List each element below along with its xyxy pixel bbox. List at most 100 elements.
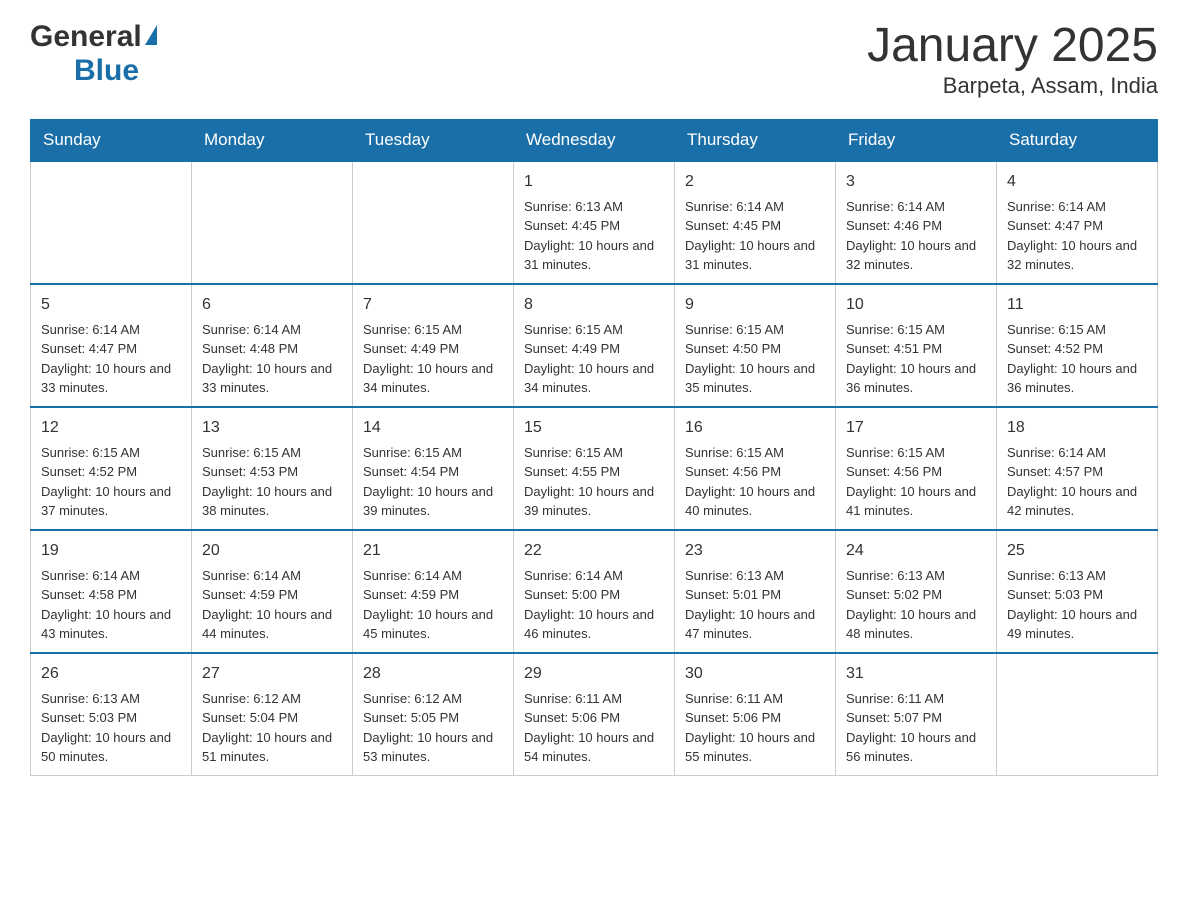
calendar-week-row: 1Sunrise: 6:13 AMSunset: 4:45 PMDaylight… — [31, 161, 1158, 284]
day-number: 5 — [41, 293, 181, 317]
day-number: 16 — [685, 416, 825, 440]
day-number: 29 — [524, 662, 664, 686]
day-number: 23 — [685, 539, 825, 563]
logo-blue-text: Blue — [74, 54, 139, 87]
day-info: Sunrise: 6:15 AMSunset: 4:56 PMDaylight:… — [846, 443, 986, 521]
day-info: Sunrise: 6:15 AMSunset: 4:52 PMDaylight:… — [1007, 320, 1147, 398]
calendar-cell: 8 Sunrise: 6:15 AMSunset: 4:49 PMDaylight… — [514, 284, 675, 407]
calendar-cell: 2Sunrise: 6:14 AMSunset: 4:45 PMDaylight… — [675, 161, 836, 284]
day-number: 10 — [846, 293, 986, 317]
calendar-cell — [192, 161, 353, 284]
calendar-header-wednesday: Wednesday — [514, 119, 675, 161]
calendar-header-row: SundayMondayTuesdayWednesdayThursdayFrid… — [31, 119, 1158, 161]
day-info: Sunrise: 6:14 AMSunset: 4:57 PMDaylight:… — [1007, 443, 1147, 521]
day-number: 7 — [363, 293, 503, 317]
calendar-cell: 7 Sunrise: 6:15 AMSunset: 4:49 PMDaylight… — [353, 284, 514, 407]
day-number: 11 — [1007, 293, 1147, 317]
calendar-cell: 11 Sunrise: 6:15 AMSunset: 4:52 PMDayligh… — [997, 284, 1158, 407]
day-info: Sunrise: 6:15 AMSunset: 4:54 PMDaylight:… — [363, 443, 503, 521]
day-number: 1 — [524, 170, 664, 194]
day-info: Sunrise: 6:12 AMSunset: 5:05 PMDaylight:… — [363, 689, 503, 767]
calendar-week-row: 5 Sunrise: 6:14 AMSunset: 4:47 PMDaylight… — [31, 284, 1158, 407]
calendar-cell: 4 Sunrise: 6:14 AMSunset: 4:47 PMDaylight… — [997, 161, 1158, 284]
day-number: 22 — [524, 539, 664, 563]
day-info: Sunrise: 6:13 AMSunset: 5:03 PMDaylight:… — [41, 689, 181, 767]
calendar-cell: 16 Sunrise: 6:15 AMSunset: 4:56 PMDayligh… — [675, 407, 836, 530]
calendar-cell — [31, 161, 192, 284]
calendar-cell: 22 Sunrise: 6:14 AMSunset: 5:00 PMDayligh… — [514, 530, 675, 653]
day-info: Sunrise: 6:13 AMSunset: 5:01 PMDaylight:… — [685, 566, 825, 644]
calendar-cell: 29 Sunrise: 6:11 AMSunset: 5:06 PMDayligh… — [514, 653, 675, 776]
day-info: Sunrise: 6:15 AMSunset: 4:55 PMDaylight:… — [524, 443, 664, 521]
calendar-cell: 20 Sunrise: 6:14 AMSunset: 4:59 PMDayligh… — [192, 530, 353, 653]
calendar-header-tuesday: Tuesday — [353, 119, 514, 161]
calendar-header-saturday: Saturday — [997, 119, 1158, 161]
day-info: Sunrise: 6:14 AMSunset: 4:59 PMDaylight:… — [363, 566, 503, 644]
day-number: 13 — [202, 416, 342, 440]
calendar-week-row: 26Sunrise: 6:13 AMSunset: 5:03 PMDayligh… — [31, 653, 1158, 776]
day-number: 9 — [685, 293, 825, 317]
day-number: 20 — [202, 539, 342, 563]
calendar-cell: 5 Sunrise: 6:14 AMSunset: 4:47 PMDaylight… — [31, 284, 192, 407]
calendar-cell: 30Sunrise: 6:11 AMSunset: 5:06 PMDayligh… — [675, 653, 836, 776]
calendar-cell: 13 Sunrise: 6:15 AMSunset: 4:53 PMDayligh… — [192, 407, 353, 530]
calendar-cell: 19Sunrise: 6:14 AMSunset: 4:58 PMDayligh… — [31, 530, 192, 653]
day-number: 21 — [363, 539, 503, 563]
calendar-table: SundayMondayTuesdayWednesdayThursdayFrid… — [30, 119, 1158, 776]
day-number: 31 — [846, 662, 986, 686]
day-info: Sunrise: 6:15 AMSunset: 4:52 PMDaylight:… — [41, 443, 181, 521]
calendar-cell: 12 Sunrise: 6:15 AMSunset: 4:52 PMDayligh… — [31, 407, 192, 530]
day-info: Sunrise: 6:14 AMSunset: 4:59 PMDaylight:… — [202, 566, 342, 644]
calendar-header-thursday: Thursday — [675, 119, 836, 161]
day-info: Sunrise: 6:13 AMSunset: 5:03 PMDaylight:… — [1007, 566, 1147, 644]
day-info: Sunrise: 6:14 AMSunset: 4:48 PMDaylight:… — [202, 320, 342, 398]
logo-general-text: General — [30, 20, 142, 54]
day-number: 19 — [41, 539, 181, 563]
day-number: 8 — [524, 293, 664, 317]
day-number: 18 — [1007, 416, 1147, 440]
day-number: 6 — [202, 293, 342, 317]
logo-arrow-icon — [145, 25, 157, 45]
calendar-week-row: 12 Sunrise: 6:15 AMSunset: 4:52 PMDayligh… — [31, 407, 1158, 530]
page-header: General Blue January 2025 Barpeta, Assam… — [30, 20, 1158, 99]
day-info: Sunrise: 6:14 AMSunset: 4:47 PMDaylight:… — [1007, 197, 1147, 275]
calendar-cell: 14Sunrise: 6:15 AMSunset: 4:54 PMDayligh… — [353, 407, 514, 530]
calendar-cell — [353, 161, 514, 284]
day-info: Sunrise: 6:15 AMSunset: 4:49 PMDaylight:… — [524, 320, 664, 398]
calendar-cell: 3Sunrise: 6:14 AMSunset: 4:46 PMDaylight… — [836, 161, 997, 284]
calendar-cell: 24 Sunrise: 6:13 AMSunset: 5:02 PMDayligh… — [836, 530, 997, 653]
calendar-cell: 26Sunrise: 6:13 AMSunset: 5:03 PMDayligh… — [31, 653, 192, 776]
calendar-header-monday: Monday — [192, 119, 353, 161]
day-info: Sunrise: 6:14 AMSunset: 4:45 PMDaylight:… — [685, 197, 825, 275]
calendar-header-friday: Friday — [836, 119, 997, 161]
day-info: Sunrise: 6:11 AMSunset: 5:06 PMDaylight:… — [524, 689, 664, 767]
day-number: 17 — [846, 416, 986, 440]
day-number: 4 — [1007, 170, 1147, 194]
location-text: Barpeta, Assam, India — [867, 73, 1158, 99]
calendar-cell: 23 Sunrise: 6:13 AMSunset: 5:01 PMDayligh… — [675, 530, 836, 653]
calendar-cell: 18 Sunrise: 6:14 AMSunset: 4:57 PMDayligh… — [997, 407, 1158, 530]
calendar-cell: 1Sunrise: 6:13 AMSunset: 4:45 PMDaylight… — [514, 161, 675, 284]
day-info: Sunrise: 6:15 AMSunset: 4:56 PMDaylight:… — [685, 443, 825, 521]
day-info: Sunrise: 6:13 AMSunset: 5:02 PMDaylight:… — [846, 566, 986, 644]
day-number: 24 — [846, 539, 986, 563]
calendar-week-row: 19Sunrise: 6:14 AMSunset: 4:58 PMDayligh… — [31, 530, 1158, 653]
calendar-cell: 31 Sunrise: 6:11 AMSunset: 5:07 PMDayligh… — [836, 653, 997, 776]
day-number: 12 — [41, 416, 181, 440]
calendar-cell — [997, 653, 1158, 776]
day-info: Sunrise: 6:15 AMSunset: 4:49 PMDaylight:… — [363, 320, 503, 398]
calendar-cell: 9 Sunrise: 6:15 AMSunset: 4:50 PMDaylight… — [675, 284, 836, 407]
calendar-cell: 21 Sunrise: 6:14 AMSunset: 4:59 PMDayligh… — [353, 530, 514, 653]
day-info: Sunrise: 6:14 AMSunset: 5:00 PMDaylight:… — [524, 566, 664, 644]
day-info: Sunrise: 6:14 AMSunset: 4:46 PMDaylight:… — [846, 197, 986, 275]
calendar-cell: 25Sunrise: 6:13 AMSunset: 5:03 PMDayligh… — [997, 530, 1158, 653]
month-title: January 2025 — [867, 20, 1158, 73]
day-info: Sunrise: 6:11 AMSunset: 5:07 PMDaylight:… — [846, 689, 986, 767]
day-info: Sunrise: 6:15 AMSunset: 4:53 PMDaylight:… — [202, 443, 342, 521]
day-info: Sunrise: 6:14 AMSunset: 4:47 PMDaylight:… — [41, 320, 181, 398]
calendar-cell: 10Sunrise: 6:15 AMSunset: 4:51 PMDayligh… — [836, 284, 997, 407]
calendar-cell: 15Sunrise: 6:15 AMSunset: 4:55 PMDayligh… — [514, 407, 675, 530]
day-info: Sunrise: 6:15 AMSunset: 4:50 PMDaylight:… — [685, 320, 825, 398]
calendar-cell: 17 Sunrise: 6:15 AMSunset: 4:56 PMDayligh… — [836, 407, 997, 530]
title-section: January 2025 Barpeta, Assam, India — [867, 20, 1158, 99]
